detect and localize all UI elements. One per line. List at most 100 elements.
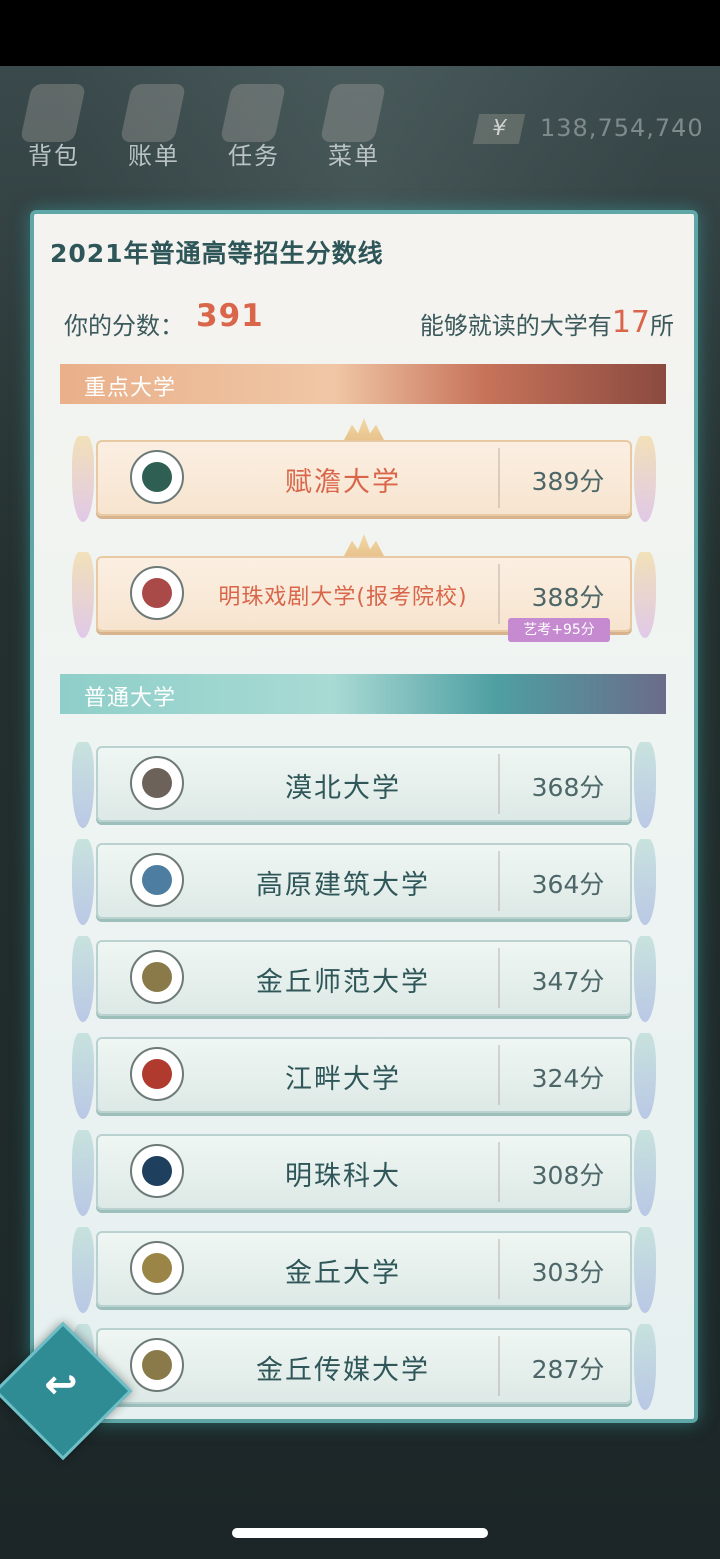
nav-menu[interactable]: 菜单 [304,76,394,176]
university-card[interactable]: 高原建筑大学 364分 [72,839,656,925]
crown-icon [344,418,384,440]
logo-emblem [142,865,172,895]
crown-icon [344,534,384,556]
university-score: 324分 [531,1064,605,1093]
nav-label: 任务 [228,142,280,170]
university-card[interactable]: 金丘大学 303分 [72,1227,656,1313]
laurel-icon [72,936,94,1022]
university-card[interactable]: 明珠戏剧大学(报考院校) 388分 艺考+95分 [72,534,656,642]
money-display: ¥ 138,754,740 [462,110,712,150]
divider [498,754,500,814]
nav-label: 背包 [28,142,80,170]
university-logo-icon [130,1144,184,1198]
score-value: 391 [196,298,264,334]
nav-label: 账单 [128,142,180,170]
laurel-icon [634,552,656,638]
laurel-icon [634,1324,656,1410]
nav-bill[interactable]: 账单 [104,76,194,176]
university-logo-icon [130,566,184,620]
university-score: 389分 [531,467,605,496]
university-logo-icon [130,450,184,504]
university-score: 368分 [531,773,605,802]
university-card[interactable]: 金丘传媒大学 287分 [72,1324,656,1410]
university-score: 308分 [531,1161,605,1190]
back-arrow-icon: ↩ [44,1362,78,1408]
nav-task[interactable]: 任务 [204,76,294,176]
money-value: 138,754,740 [540,114,704,142]
laurel-icon [634,839,656,925]
university-score: 364分 [531,870,605,899]
laurel-icon [72,1130,94,1216]
art-exam-badge: 艺考+95分 [508,618,610,642]
logo-emblem [142,1253,172,1283]
university-card[interactable]: 明珠科大 308分 [72,1130,656,1216]
section-label: 普通大学 [84,686,177,711]
divider [498,564,500,624]
laurel-icon [72,839,94,925]
laurel-icon [634,1130,656,1216]
laurel-icon [634,436,656,522]
logo-emblem [142,962,172,992]
university-name: 金丘师范大学 [256,967,430,998]
logo-emblem [142,768,172,798]
university-name: 金丘大学 [285,1258,401,1289]
university-name: 明珠科大 [285,1161,401,1192]
university-logo-icon [130,1047,184,1101]
score-label: 你的分数： [64,312,184,340]
laurel-icon [72,1227,94,1313]
divider [498,1142,500,1202]
avail-prefix: 能够就读的大学有 [419,312,612,340]
university-card[interactable]: 赋澹大学 389分 [72,418,656,522]
laurel-icon [72,742,94,828]
yen-icon: ¥ [472,114,526,144]
university-name: 明珠戏剧大学(报考院校) [218,585,468,610]
university-name: 金丘传媒大学 [256,1355,430,1386]
university-logo-icon [130,756,184,810]
avail-number: 17 [611,305,650,340]
university-card[interactable]: 江畔大学 324分 [72,1033,656,1119]
home-indicator[interactable] [232,1528,488,1538]
backpack-icon [19,84,87,142]
university-name: 高原建筑大学 [256,870,430,901]
bill-icon [119,84,187,142]
divider [498,1045,500,1105]
logo-emblem [142,1350,172,1380]
score-row: 你的分数： 391 能够就读的大学有17所 [64,298,674,342]
nav-backpack[interactable]: 背包 [4,76,94,176]
university-score: 303分 [531,1258,605,1287]
university-card[interactable]: 漠北大学 368分 [72,742,656,828]
status-bar [0,0,720,66]
laurel-icon [634,1033,656,1119]
university-name: 赋澹大学 [285,467,401,498]
university-score: 388分 [531,583,605,612]
logo-emblem [142,462,172,492]
section-normal-universities: 普通大学 [60,674,666,714]
panel-title: 2021年普通高等招生分数线 [50,239,384,268]
avail-suffix: 所 [650,312,674,340]
divider [498,1336,500,1396]
nav-label: 菜单 [328,142,380,170]
university-logo-icon [130,950,184,1004]
laurel-icon [634,1227,656,1313]
section-key-universities: 重点大学 [60,364,666,404]
divider [498,1239,500,1299]
divider [498,851,500,911]
laurel-icon [72,1033,94,1119]
laurel-icon [72,552,94,638]
score-panel: 2021年普通高等招生分数线 你的分数： 391 能够就读的大学有17所 重点大… [30,210,698,1423]
divider [498,948,500,1008]
university-score: 287分 [531,1355,605,1384]
laurel-icon [72,436,94,522]
logo-emblem [142,1059,172,1089]
university-logo-icon [130,1338,184,1392]
university-name: 江畔大学 [285,1064,401,1095]
divider [498,448,500,508]
university-card[interactable]: 金丘师范大学 347分 [72,936,656,1022]
university-score: 347分 [531,967,605,996]
logo-emblem [142,578,172,608]
logo-emblem [142,1156,172,1186]
laurel-icon [634,742,656,828]
laurel-icon [634,936,656,1022]
task-icon [219,84,287,142]
university-name: 漠北大学 [285,773,401,804]
